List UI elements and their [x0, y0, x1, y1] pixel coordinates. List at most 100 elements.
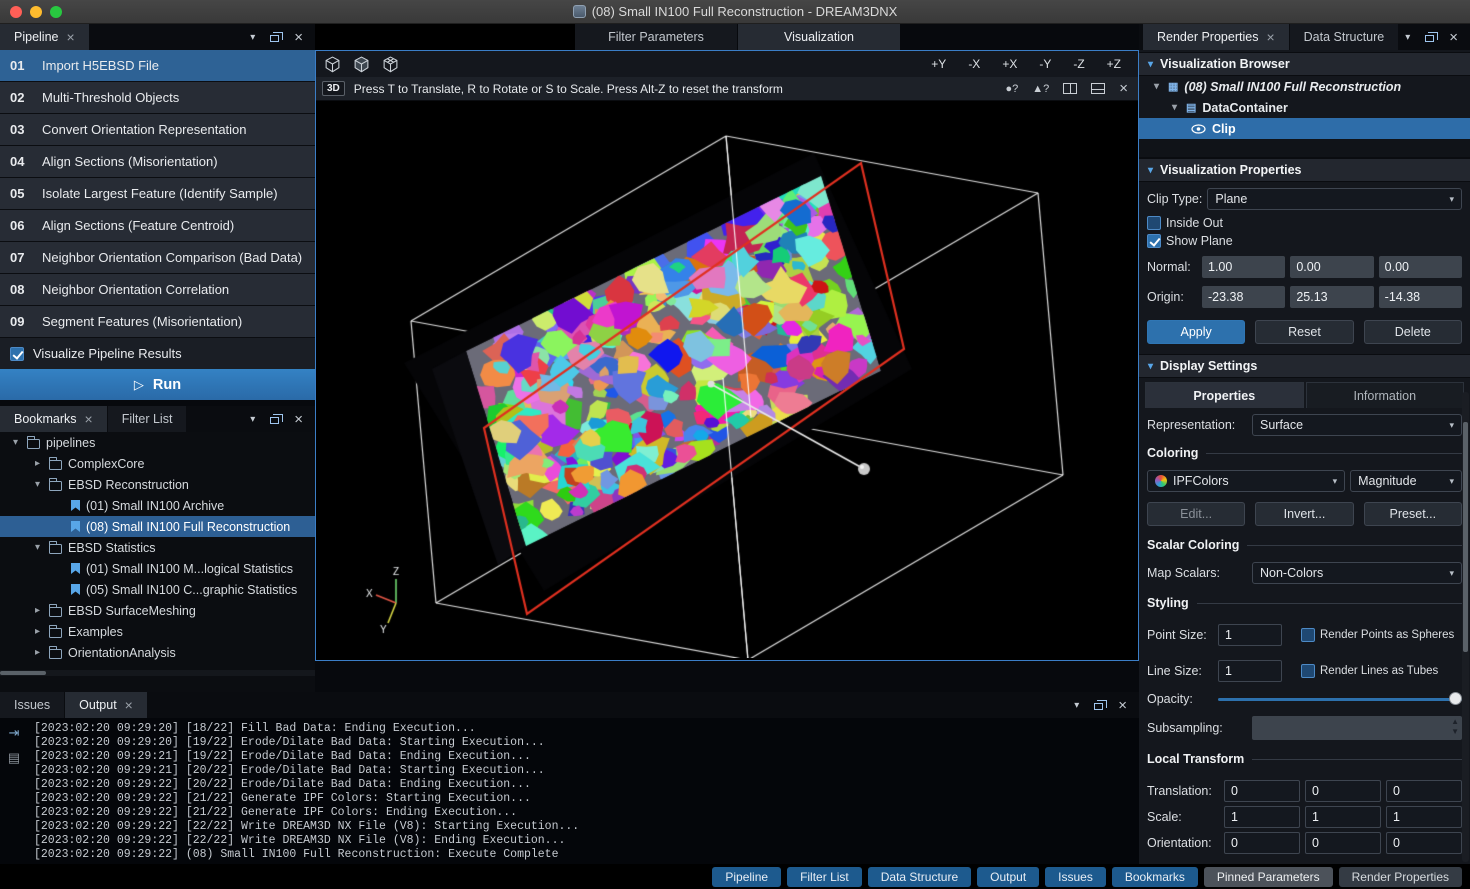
undock-panel-icon[interactable] [270, 417, 279, 424]
bookmark-node-ebsd-surfacemeshing[interactable]: ▸EBSD SurfaceMeshing [0, 600, 315, 621]
close-bookmarks-tab-icon[interactable]: × [85, 412, 93, 426]
tab-visualization[interactable]: Visualization [738, 24, 900, 50]
chevron-down-icon[interactable]: ▾ [32, 479, 43, 490]
reset-button[interactable]: Reset [1255, 320, 1353, 344]
right-panel-scrollbar[interactable] [1462, 392, 1469, 862]
pipeline-item-01[interactable]: 01Import H5EBSD File [0, 50, 315, 81]
pipeline-item-02[interactable]: 02Multi-Threshold Objects [0, 82, 315, 113]
bookmark-node-orientationanalysis[interactable]: ▸OrientationAnalysis [0, 642, 315, 663]
tab-issues[interactable]: Issues [0, 692, 64, 718]
run-button[interactable]: ▷ Run [0, 369, 315, 400]
autoscroll-icon[interactable]: ⇥ [9, 726, 20, 739]
pipeline-item-05[interactable]: 05Isolate Largest Feature (Identify Samp… [0, 178, 315, 209]
opacity-slider[interactable] [1218, 692, 1462, 706]
undock-panel-icon[interactable] [270, 35, 279, 42]
pipeline-item-07[interactable]: 07Neighbor Orientation Comparison (Bad D… [0, 242, 315, 273]
clip-type-dropdown[interactable]: Plane ▾ [1207, 188, 1462, 210]
bookmark-node-ebsd-statistics[interactable]: ▾EBSD Statistics [0, 537, 315, 558]
bookmark-node-ebsd-reconstruction[interactable]: ▾EBSD Reconstruction [0, 474, 315, 495]
pipeline-item-09[interactable]: 09Segment Features (Misorientation) [0, 306, 315, 337]
close-panel-icon[interactable]: × [294, 30, 303, 45]
close-panel-icon[interactable]: × [1118, 698, 1127, 713]
tab-output[interactable]: Output × [65, 692, 147, 718]
inside-out-checkbox[interactable] [1147, 216, 1161, 230]
tab-display-properties[interactable]: Properties [1145, 382, 1304, 408]
preset-colormap-button[interactable]: Preset... [1364, 502, 1462, 526]
close-render-tab-icon[interactable]: × [1266, 30, 1274, 44]
map-scalars-dropdown[interactable]: Non-Colors ▾ [1252, 562, 1462, 584]
edit-colormap-button[interactable]: Edit... [1147, 502, 1245, 526]
chevron-right-icon[interactable]: ▸ [32, 647, 43, 658]
axis-button-plus-z[interactable]: +Z [1098, 55, 1130, 73]
translation-z-field[interactable]: 0 [1386, 780, 1462, 802]
axes-cube-icon[interactable] [382, 56, 399, 73]
chevron-down-icon[interactable]: ▾ [32, 542, 43, 553]
spin-down-icon[interactable]: ▼ [1451, 727, 1459, 737]
bookmark-node-05-small-in100-c-graphic-statistics[interactable]: (05) Small IN100 C...graphic Statistics [0, 579, 315, 600]
probe-help-icon[interactable]: ●? [1005, 83, 1018, 95]
panel-menu-caret-icon[interactable]: ▾ [1405, 32, 1410, 43]
axis-button-minus-x[interactable]: -X [959, 55, 989, 73]
chevron-right-icon[interactable]: ▸ [32, 626, 43, 637]
pipeline-item-08[interactable]: 08Neighbor Orientation Correlation [0, 274, 315, 305]
apply-button[interactable]: Apply [1147, 320, 1245, 344]
bookmark-node-01-small-in100-m-logical-statistics[interactable]: (01) Small IN100 M...logical Statistics [0, 558, 315, 579]
3d-render-view[interactable] [316, 101, 1138, 658]
panel-menu-caret-icon[interactable]: ▾ [250, 32, 255, 43]
chevron-down-icon[interactable]: ▾ [1169, 102, 1180, 113]
camera-fit-cube-icon[interactable] [353, 56, 370, 73]
pipeline-item-06[interactable]: 06Align Sections (Feature Centroid) [0, 210, 315, 241]
scale-z-field[interactable]: 1 [1386, 806, 1462, 828]
console-log[interactable]: ⇥ ▤ [2023:02:20 09:29:20] [18/22] Fill B… [0, 718, 1139, 864]
color-component-dropdown[interactable]: Magnitude ▾ [1350, 470, 1462, 492]
representation-dropdown[interactable]: Surface ▾ [1252, 414, 1462, 436]
chevron-down-icon[interactable]: ▾ [10, 437, 21, 448]
normal-y-field[interactable]: 0.00 [1290, 256, 1373, 278]
opacity-slider-thumb[interactable] [1449, 692, 1462, 705]
tab-filter-list[interactable]: Filter List [108, 406, 187, 432]
eye-visibility-icon[interactable] [1191, 124, 1206, 134]
display-settings-header[interactable]: ▾ Display Settings [1139, 354, 1470, 378]
statusbar-pinned-parameters-button[interactable]: Pinned Parameters [1204, 867, 1333, 887]
origin-x-field[interactable]: -23.38 [1202, 286, 1285, 308]
normal-z-field[interactable]: 0.00 [1379, 256, 1462, 278]
close-panel-icon[interactable]: × [294, 412, 303, 427]
scrollbar-thumb[interactable] [1463, 422, 1468, 652]
panel-menu-caret-icon[interactable]: ▾ [1074, 700, 1079, 711]
point-size-field[interactable]: 1 [1218, 624, 1282, 646]
tab-display-information[interactable]: Information [1306, 382, 1465, 408]
chevron-right-icon[interactable]: ▸ [32, 605, 43, 616]
scale-x-field[interactable]: 1 [1224, 806, 1300, 828]
save-log-icon[interactable]: ▤ [8, 751, 20, 764]
split-horizontal-icon[interactable] [1091, 83, 1105, 94]
axis-button-minus-y[interactable]: -Y [1030, 55, 1060, 73]
statusbar-render-properties-button[interactable]: Render Properties [1339, 867, 1462, 887]
axis-button-plus-y[interactable]: +Y [922, 55, 955, 73]
browser-node-clip[interactable]: Clip [1139, 118, 1470, 139]
browser-node-pipeline[interactable]: ▾ ▦ (08) Small IN100 Full Reconstruction [1139, 76, 1470, 97]
tab-render-properties[interactable]: Render Properties × [1143, 24, 1289, 50]
tab-pipeline[interactable]: Pipeline × [0, 24, 89, 50]
undock-panel-icon[interactable] [1425, 35, 1434, 42]
close-view-icon[interactable]: × [1119, 81, 1128, 96]
color-array-dropdown[interactable]: IPFColors ▾ [1147, 470, 1345, 492]
spin-up-icon[interactable]: ▲ [1451, 717, 1459, 727]
pipeline-item-03[interactable]: 03Convert Orientation Representation [0, 114, 315, 145]
orientation-y-field[interactable]: 0 [1305, 832, 1381, 854]
visualize-results-checkbox[interactable] [10, 347, 24, 361]
chevron-down-icon[interactable]: ▾ [1151, 81, 1162, 92]
subsampling-spinbox[interactable]: ▲▼ [1252, 716, 1462, 740]
bookmark-node-01-small-in100-archive[interactable]: (01) Small IN100 Archive [0, 495, 315, 516]
statusbar-output-button[interactable]: Output [977, 867, 1039, 887]
window-zoom-button[interactable] [50, 6, 62, 18]
cursor-help-icon[interactable]: ▲? [1032, 83, 1049, 95]
tab-filter-parameters[interactable]: Filter Parameters [575, 24, 737, 50]
visualization-properties-header[interactable]: ▾ Visualization Properties [1139, 158, 1470, 182]
scale-y-field[interactable]: 1 [1305, 806, 1381, 828]
bookmark-node-pipelines[interactable]: ▾pipelines [0, 432, 315, 453]
statusbar-issues-button[interactable]: Issues [1045, 867, 1106, 887]
statusbar-pipeline-button[interactable]: Pipeline [712, 867, 781, 887]
statusbar-data-structure-button[interactable]: Data Structure [868, 867, 971, 887]
tab-bookmarks[interactable]: Bookmarks × [0, 406, 107, 432]
camera-reset-cube-icon[interactable] [324, 56, 341, 73]
